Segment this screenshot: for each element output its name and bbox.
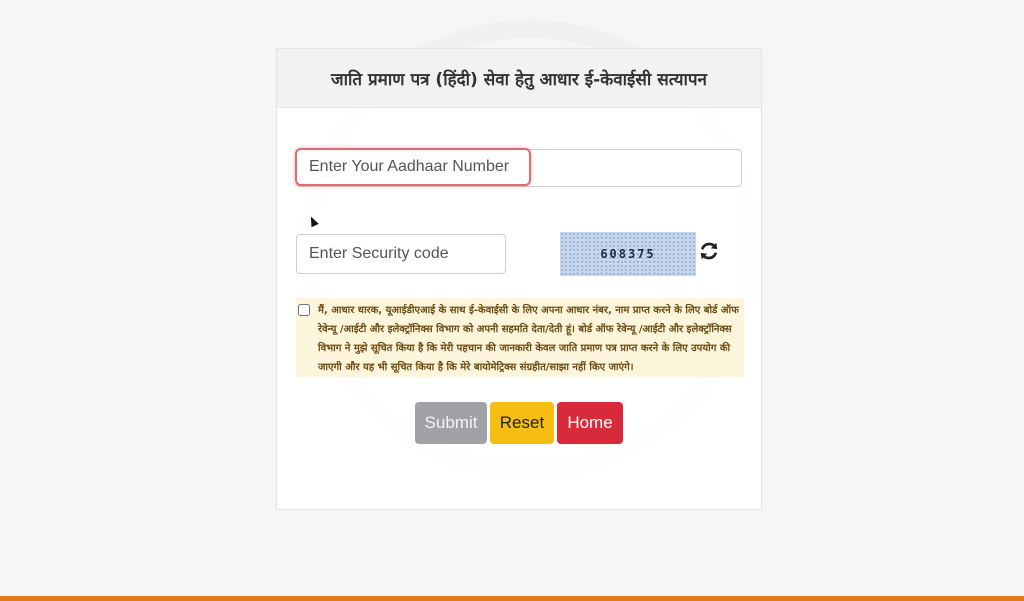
- bottom-accent-bar: [0, 596, 1024, 601]
- home-button[interactable]: Home: [557, 402, 623, 444]
- captcha-code: 608375: [600, 247, 656, 261]
- page: जाति प्रमाण पत्र (हिंदी) सेवा हेतु आधार …: [0, 0, 1024, 601]
- submit-button[interactable]: Submit: [415, 402, 487, 444]
- reset-button[interactable]: Reset: [490, 402, 554, 444]
- aadhaar-field-container: [295, 148, 742, 187]
- consent-text: मैं, आधार धारक, यूआईडीएआई के साथ ई-केवाई…: [318, 305, 739, 373]
- captcha-image: 608375: [560, 232, 696, 276]
- consent-box: मैं, आधार धारक, यूआईडीएआई के साथ ई-केवाई…: [296, 298, 744, 377]
- consent-checkbox[interactable]: [298, 304, 310, 316]
- security-code-input[interactable]: [296, 234, 506, 274]
- ekyc-form-card: जाति प्रमाण पत्र (हिंदी) सेवा हेतु आधार …: [276, 48, 762, 510]
- aadhaar-number-input[interactable]: [295, 148, 531, 186]
- card-header: जाति प्रमाण पत्र (हिंदी) सेवा हेतु आधार …: [277, 49, 761, 108]
- action-buttons: Submit Reset Home: [415, 402, 623, 444]
- form-title: जाति प्रमाण पत्र (हिंदी) सेवा हेतु आधार …: [330, 69, 707, 90]
- refresh-icon[interactable]: [698, 240, 720, 262]
